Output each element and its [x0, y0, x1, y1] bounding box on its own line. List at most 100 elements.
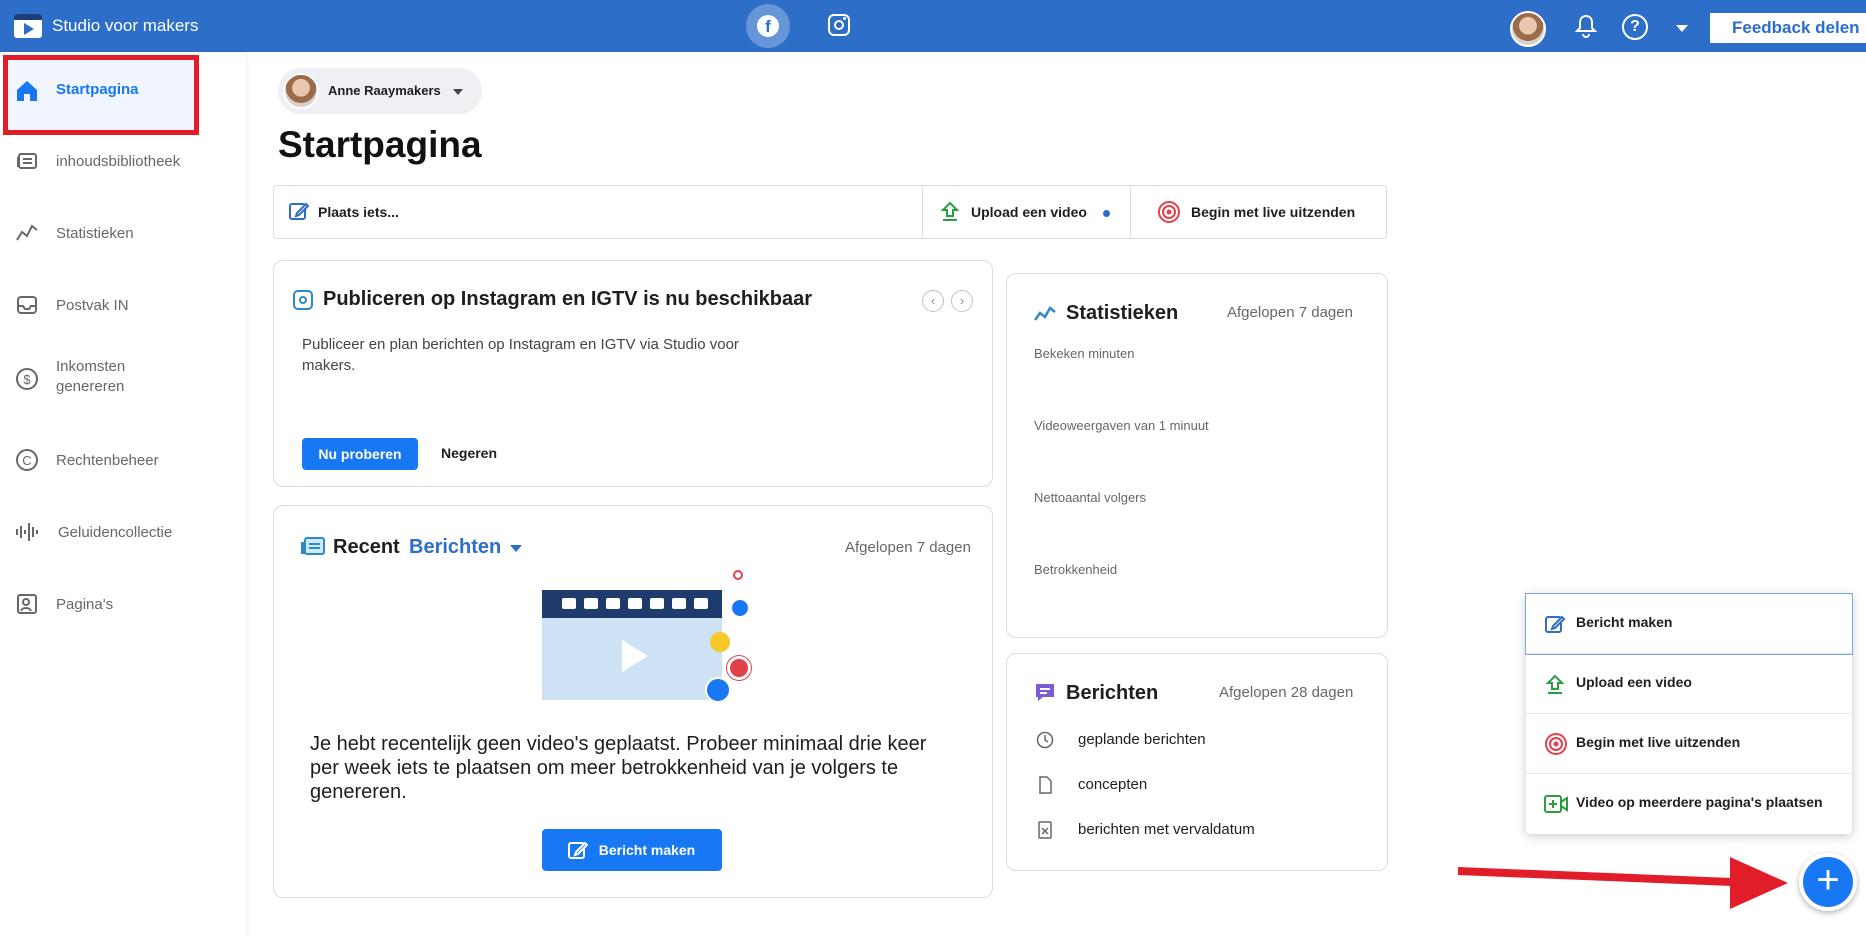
help-icon[interactable]: ? [1622, 14, 1648, 40]
menu-item-create-post[interactable]: Bericht maken [1525, 593, 1853, 655]
upload-video-button[interactable]: Upload een video [923, 186, 1130, 238]
metric-label: Bekeken minuten [1034, 346, 1135, 361]
svg-text:$: $ [23, 372, 31, 387]
film-hole [694, 598, 708, 609]
like-reaction-icon [705, 677, 731, 703]
action-bar: Plaats iets... Upload een video Begin me… [273, 185, 1387, 239]
create-menu-popup: Bericht maken Upload een video Begin met… [1525, 593, 1853, 834]
film-hole [584, 598, 598, 609]
ignore-button[interactable]: Negeren [441, 445, 497, 461]
add-video-icon [1544, 795, 1568, 813]
film-hole [650, 598, 664, 609]
profile-avatar[interactable] [1510, 11, 1546, 47]
menu-item-label: Bericht maken [1576, 614, 1673, 630]
create-post-button[interactable]: Bericht maken [542, 829, 722, 871]
expired-posts-link[interactable]: berichten met vervaldatum [1078, 821, 1255, 838]
sound-icon [16, 523, 38, 541]
post-something-label: Plaats iets... [318, 204, 399, 220]
drafts-link[interactable]: concepten [1078, 776, 1147, 793]
next-arrow-icon[interactable]: › [951, 290, 973, 312]
sidebar-item-postvak-in[interactable]: Postvak IN [0, 275, 246, 335]
create-fab-button[interactable]: + [1799, 853, 1857, 911]
bell-icon[interactable] [1575, 14, 1597, 38]
copyright-icon: C [16, 449, 38, 471]
previous-arrow-icon[interactable]: ‹ [922, 290, 944, 312]
new-dot-badge [1103, 210, 1110, 217]
sidebar-item-label: Postvak IN [56, 297, 129, 314]
edit-icon [568, 841, 588, 859]
go-live-label: Begin met live uitzenden [1191, 204, 1356, 220]
live-icon [1158, 201, 1180, 223]
sidebar-item-label: Startpagina [56, 81, 139, 98]
recent-period: Afgelopen 7 dagen [845, 539, 971, 556]
expired-post-icon [1038, 821, 1052, 839]
try-now-button[interactable]: Nu proberen [302, 438, 418, 470]
inbox-icon [17, 296, 37, 314]
menu-item-go-live[interactable]: Begin met live uitzenden [1526, 714, 1852, 774]
chevron-down-icon [453, 89, 463, 95]
upload-icon [940, 201, 960, 221]
sidebar-item-paginas[interactable]: Pagina's [0, 574, 246, 634]
document-icon [1039, 776, 1052, 794]
posts-card-title: Berichten [1066, 682, 1159, 704]
live-icon [1545, 733, 1567, 755]
posts-icon [301, 537, 325, 555]
stats-card-title: Statistieken [1066, 302, 1179, 324]
home-icon [17, 81, 37, 101]
sidebar-item-rechtenbeheer[interactable]: C Rechtenbeheer [0, 430, 246, 490]
scheduled-posts-link[interactable]: geplande berichten [1078, 731, 1206, 748]
love-reaction-icon [727, 656, 751, 680]
studio-logo-icon [14, 14, 42, 38]
sidebar-item-statistieken[interactable]: Statistieken [0, 203, 246, 263]
sidebar-item-inhoudsbibliotheek[interactable]: inhoudsbibliotheek [0, 131, 246, 191]
edit-icon [1545, 615, 1566, 633]
decoration-dot [733, 570, 743, 580]
menu-item-label: Video op meerdere pagina's plaatsen [1576, 794, 1823, 810]
dollar-icon: $ [16, 368, 38, 390]
account-dropdown-icon[interactable] [1676, 25, 1688, 32]
post-something-button[interactable]: Plaats iets... [274, 186, 922, 238]
metric-label: Videoweergaven van 1 minuut [1034, 418, 1209, 433]
message-icon [1036, 684, 1054, 701]
go-live-button[interactable]: Begin met live uitzenden [1131, 186, 1387, 238]
menu-item-multi-page-video[interactable]: Video op meerdere pagina's plaatsen [1526, 774, 1852, 834]
app-title: Studio voor makers [52, 16, 199, 35]
sidebar-item-label: Inkomsten genereren [56, 358, 126, 395]
menu-item-label: Upload een video [1576, 674, 1692, 690]
wow-reaction-icon [710, 632, 730, 652]
instagram-icon [293, 290, 313, 310]
stats-icon [16, 224, 38, 241]
sidebar-item-inkomsten-genereren[interactable]: $ Inkomsten genereren [0, 352, 246, 412]
no-posts-message: Je hebt recentelijk geen video's geplaat… [310, 733, 927, 803]
clock-icon [1036, 731, 1054, 749]
stats-period: Afgelopen 7 dagen [1227, 304, 1353, 321]
instagram-card-body: Publiceer en plan berichten op Instagram… [302, 336, 739, 374]
sidebar-item-label: Geluidencollectie [58, 524, 173, 541]
sidebar-item-label: Pagina's [56, 596, 114, 613]
annotation-arrowhead [1730, 857, 1788, 909]
posts-period: Afgelopen 28 dagen [1219, 684, 1354, 701]
instagram-tab-icon[interactable] [828, 14, 850, 36]
menu-item-upload-video[interactable]: Upload een video [1526, 654, 1852, 714]
stats-card [1006, 273, 1388, 638]
like-reaction-icon [730, 598, 750, 618]
film-hole [562, 598, 576, 609]
sidebar-item-label: inhoudsbibliotheek [56, 153, 181, 170]
page-avatar [283, 73, 319, 109]
film-hole [606, 598, 620, 609]
facebook-tab[interactable]: f [746, 4, 790, 48]
pages-icon [17, 594, 37, 614]
facebook-icon: f [757, 15, 779, 37]
sidebar-item-geluidencollectie[interactable]: Geluidencollectie [0, 502, 246, 562]
annotation-arrow [1457, 867, 1738, 887]
chevron-down-icon[interactable] [510, 545, 522, 552]
feedback-button[interactable]: Feedback delen [1710, 13, 1866, 43]
page-selector[interactable]: Anne Raaymakers [278, 68, 482, 114]
sidebar-item-startpagina[interactable]: Startpagina [0, 62, 246, 122]
upload-icon [1545, 674, 1565, 694]
page-name: Anne Raaymakers [328, 83, 441, 98]
play-icon [622, 640, 648, 672]
recent-filter-dropdown[interactable]: Berichten [409, 536, 501, 559]
stats-icon [1034, 306, 1056, 321]
film-hole [672, 598, 686, 609]
